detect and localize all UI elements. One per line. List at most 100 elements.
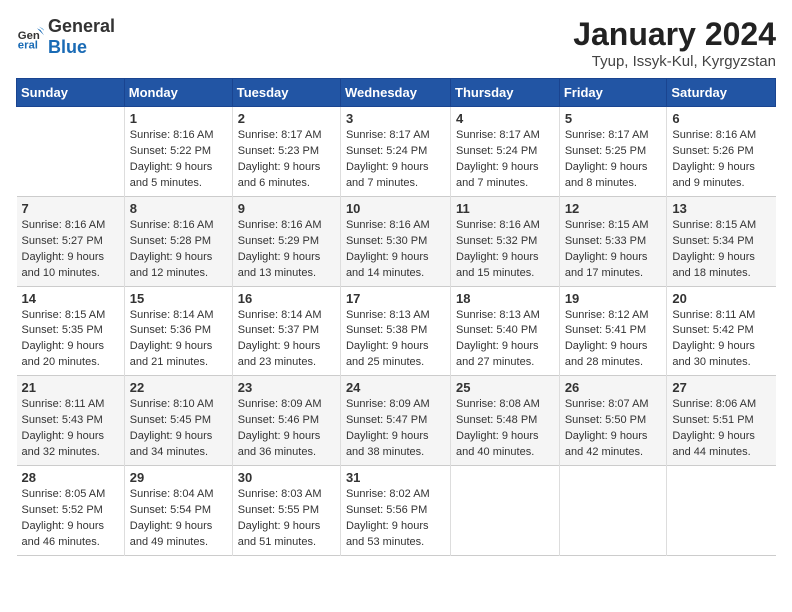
- calendar-header: Sunday Monday Tuesday Wednesday Thursday…: [17, 79, 776, 107]
- daylight: Daylight: 9 hours and 42 minutes.: [565, 430, 648, 458]
- day-number: 17: [346, 291, 445, 306]
- col-tuesday: Tuesday: [232, 79, 340, 107]
- sunrise: Sunrise: 8:16 AM: [130, 129, 214, 141]
- daylight: Daylight: 9 hours and 15 minutes.: [456, 251, 539, 279]
- day-number: 4: [456, 111, 554, 126]
- calendar-cell: [667, 466, 776, 556]
- sunrise: Sunrise: 8:13 AM: [346, 309, 430, 321]
- daylight: Daylight: 9 hours and 17 minutes.: [565, 251, 648, 279]
- col-sunday: Sunday: [17, 79, 125, 107]
- cell-info: Sunrise: 8:12 AMSunset: 5:41 PMDaylight:…: [565, 308, 662, 372]
- daylight: Daylight: 9 hours and 27 minutes.: [456, 340, 539, 368]
- cell-info: Sunrise: 8:10 AMSunset: 5:45 PMDaylight:…: [130, 397, 227, 461]
- sunrise: Sunrise: 8:11 AM: [22, 398, 105, 410]
- daylight: Daylight: 9 hours and 44 minutes.: [672, 430, 755, 458]
- sunset: Sunset: 5:56 PM: [346, 504, 427, 516]
- calendar-cell: [451, 466, 560, 556]
- calendar-cell: 11Sunrise: 8:16 AMSunset: 5:32 PMDayligh…: [451, 196, 560, 286]
- sunset: Sunset: 5:43 PM: [22, 414, 103, 426]
- cell-info: Sunrise: 8:14 AMSunset: 5:37 PMDaylight:…: [238, 308, 335, 372]
- logo-wordmark: General Blue: [48, 16, 115, 58]
- daylight: Daylight: 9 hours and 10 minutes.: [22, 251, 105, 279]
- sunset: Sunset: 5:26 PM: [672, 145, 753, 157]
- sunrise: Sunrise: 8:16 AM: [130, 219, 214, 231]
- daylight: Daylight: 9 hours and 7 minutes.: [346, 161, 429, 189]
- header-row: Sunday Monday Tuesday Wednesday Thursday…: [17, 79, 776, 107]
- week-row-5: 28 Sunrise: 8:05 AMSunset: 5:52 PMDayligh…: [17, 466, 776, 556]
- cell-info: Sunrise: 8:16 AMSunset: 5:32 PMDaylight:…: [456, 218, 554, 282]
- cell-info: Sunrise: 8:16 AMSunset: 5:29 PMDaylight:…: [238, 218, 335, 282]
- sunset: Sunset: 5:25 PM: [565, 145, 646, 157]
- logo-blue: Blue: [48, 37, 87, 57]
- day-number: 10: [346, 201, 445, 216]
- logo-general: General: [48, 16, 115, 36]
- calendar-cell: 25Sunrise: 8:08 AMSunset: 5:48 PMDayligh…: [451, 376, 560, 466]
- daylight: Daylight: 9 hours and 53 minutes.: [346, 520, 429, 548]
- sunrise: Sunrise: 8:06 AM: [672, 398, 756, 410]
- calendar-cell: 22Sunrise: 8:10 AMSunset: 5:45 PMDayligh…: [124, 376, 232, 466]
- sunrise: Sunrise: 8:09 AM: [238, 398, 322, 410]
- day-number: 14: [22, 291, 119, 306]
- cell-info: Sunrise: 8:15 AMSunset: 5:35 PMDaylight:…: [22, 308, 119, 372]
- col-monday: Monday: [124, 79, 232, 107]
- sunset: Sunset: 5:37 PM: [238, 324, 319, 336]
- day-number: 15: [130, 291, 227, 306]
- sunrise: Sunrise: 8:05 AM: [22, 488, 106, 500]
- sunrise: Sunrise: 8:16 AM: [238, 219, 322, 231]
- calendar-cell: 2Sunrise: 8:17 AMSunset: 5:23 PMDaylight…: [232, 107, 340, 197]
- sunrise: Sunrise: 8:16 AM: [672, 129, 756, 141]
- daylight: Daylight: 9 hours and 8 minutes.: [565, 161, 648, 189]
- sunset: Sunset: 5:55 PM: [238, 504, 319, 516]
- day-number: 29: [130, 470, 227, 485]
- daylight: Daylight: 9 hours and 49 minutes.: [130, 520, 213, 548]
- cell-info: Sunrise: 8:16 AM Sunset: 5:22 PM Daylight:…: [130, 128, 227, 192]
- calendar-cell: 12 Sunrise: 8:15 AMSunset: 5:33 PMDayligh…: [559, 196, 667, 286]
- calendar-cell: 21Sunrise: 8:11 AMSunset: 5:43 PMDayligh…: [17, 376, 125, 466]
- cell-info: Sunrise: 8:16 AMSunset: 5:27 PMDaylight:…: [22, 218, 119, 282]
- cell-info: Sunrise: 8:06 AMSunset: 5:51 PMDaylight:…: [672, 397, 770, 461]
- sunset: Sunset: 5:24 PM: [346, 145, 427, 157]
- daylight: Daylight: 9 hours and 34 minutes.: [130, 430, 213, 458]
- daylight: Daylight: 9 hours and 13 minutes.: [238, 251, 321, 279]
- cell-info: Sunrise: 8:16 AMSunset: 5:30 PMDaylight:…: [346, 218, 445, 282]
- sunset: Sunset: 5:47 PM: [346, 414, 427, 426]
- daylight: Daylight: 9 hours and 23 minutes.: [238, 340, 321, 368]
- day-number: 28: [22, 470, 119, 485]
- calendar-cell: 7 Sunrise: 8:16 AMSunset: 5:27 PMDaylight…: [17, 196, 125, 286]
- sunset: Sunset: 5:22 PM: [130, 145, 211, 157]
- sunset: Sunset: 5:50 PM: [565, 414, 646, 426]
- cell-info: Sunrise: 8:15 AMSunset: 5:33 PMDaylight:…: [565, 218, 662, 282]
- col-wednesday: Wednesday: [340, 79, 450, 107]
- title-area: January 2024 Tyup, Issyk-Kul, Kyrgyzstan: [573, 16, 776, 70]
- day-number: 1: [130, 111, 227, 126]
- daylight: Daylight: 9 hours and 38 minutes.: [346, 430, 429, 458]
- day-number: 7: [22, 201, 119, 216]
- calendar-cell: 29Sunrise: 8:04 AMSunset: 5:54 PMDayligh…: [124, 466, 232, 556]
- daylight: Daylight: 9 hours and 6 minutes.: [238, 161, 321, 189]
- sunrise: Sunrise: 8:16 AM: [346, 219, 430, 231]
- day-number: 16: [238, 291, 335, 306]
- daylight: Daylight: 9 hours and 5 minutes.: [130, 161, 213, 189]
- cell-info: Sunrise: 8:05 AMSunset: 5:52 PMDaylight:…: [22, 487, 119, 551]
- day-number: 23: [238, 380, 335, 395]
- calendar-cell: 24Sunrise: 8:09 AMSunset: 5:47 PMDayligh…: [340, 376, 450, 466]
- day-number: 3: [346, 111, 445, 126]
- cell-info: Sunrise: 8:08 AMSunset: 5:48 PMDaylight:…: [456, 397, 554, 461]
- calendar-cell: 9Sunrise: 8:16 AMSunset: 5:29 PMDaylight…: [232, 196, 340, 286]
- day-number: 13: [672, 201, 770, 216]
- sunrise: Sunrise: 8:08 AM: [456, 398, 540, 410]
- cell-info: Sunrise: 8:17 AMSunset: 5:23 PMDaylight:…: [238, 128, 335, 192]
- sunrise: Sunrise: 8:16 AM: [22, 219, 106, 231]
- sunset: Sunset: 5:28 PM: [130, 235, 211, 247]
- header: Gen eral General Blue January 2024 Tyup,…: [16, 16, 776, 70]
- sunset: Sunset: 5:32 PM: [456, 235, 537, 247]
- logo-icon: Gen eral: [16, 23, 44, 51]
- daylight: Daylight: 9 hours and 7 minutes.: [456, 161, 539, 189]
- calendar-cell: 26Sunrise: 8:07 AMSunset: 5:50 PMDayligh…: [559, 376, 667, 466]
- day-number: 12: [565, 201, 662, 216]
- sunset: Sunset: 5:45 PM: [130, 414, 211, 426]
- calendar-table: Sunday Monday Tuesday Wednesday Thursday…: [16, 78, 776, 556]
- sunrise: Sunrise: 8:17 AM: [346, 129, 430, 141]
- daylight: Daylight: 9 hours and 51 minutes.: [238, 520, 321, 548]
- calendar-cell: 23Sunrise: 8:09 AMSunset: 5:46 PMDayligh…: [232, 376, 340, 466]
